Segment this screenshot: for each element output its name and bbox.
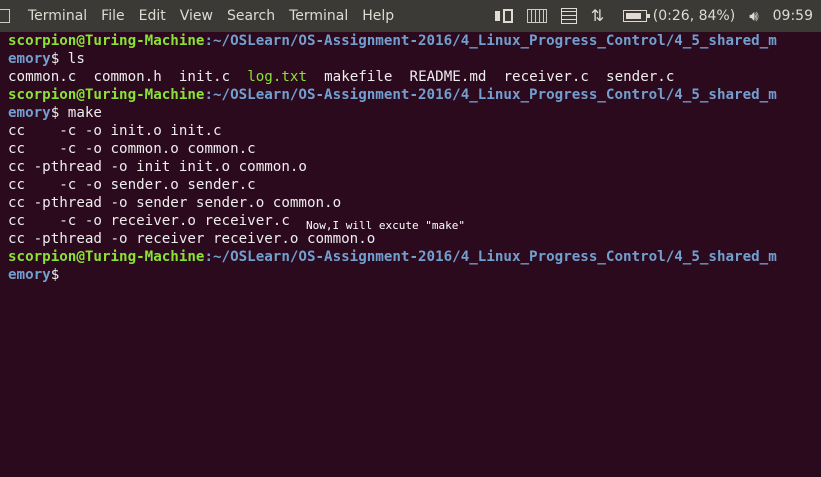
- prompt-path: :~/OSLearn/OS-Assignment-2016/4_Linux_Pr…: [204, 87, 777, 103]
- keyboard-icon[interactable]: [526, 9, 547, 23]
- menu-file[interactable]: File: [97, 8, 128, 24]
- keyboard-layout-icon[interactable]: [494, 9, 513, 23]
- volume-icon[interactable]: 🔊︎: [749, 7, 758, 25]
- clock[interactable]: 09:59: [773, 8, 813, 24]
- file-entry-exec: log.txt: [247, 69, 308, 85]
- ls-output: common.c common.h init.c log.txt makefil…: [0, 68, 821, 86]
- prompt-user: scorpion@Turing-Machine: [8, 87, 205, 103]
- menu-view[interactable]: View: [176, 8, 217, 24]
- prompt-user: scorpion@Turing-Machine: [8, 33, 205, 49]
- battery-indicator[interactable]: (0:26, 84%): [622, 8, 736, 24]
- terminal-output[interactable]: scorpion@Turing-Machine:~/OSLearn/OS-Ass…: [0, 32, 821, 477]
- menu-terminal[interactable]: Terminal: [285, 8, 352, 24]
- top-panel: Terminal File Edit View Search Terminal …: [0, 0, 821, 32]
- file-entry: sender.c: [606, 69, 675, 85]
- make-output-line: cc -pthread -o init init.o common.o: [8, 159, 307, 175]
- make-output-line: cc -c -o init.o init.c: [8, 123, 222, 139]
- command-ls: $ ls: [50, 51, 85, 67]
- menu-bar: Terminal File Edit View Search Terminal …: [24, 8, 404, 24]
- prompt-line-cont: emory$: [0, 266, 821, 284]
- command-make: $ make: [50, 105, 102, 121]
- prompt-path-cont: emory: [8, 51, 51, 67]
- file-entry: common.c: [8, 69, 77, 85]
- make-output-line: cc -pthread -o receiver receiver.o commo…: [8, 231, 376, 247]
- make-output-line: cc -c -o sender.o sender.c: [8, 177, 256, 193]
- file-entry: receiver.c: [503, 69, 589, 85]
- prompt-line: scorpion@Turing-Machine:~/OSLearn/OS-Ass…: [0, 248, 821, 266]
- prompt-line-cont: emory$ make: [0, 104, 821, 122]
- menu-search[interactable]: Search: [223, 8, 279, 24]
- prompt-line-cont: emory$ ls: [0, 50, 821, 68]
- file-entry: common.h: [93, 69, 162, 85]
- prompt-user: scorpion@Turing-Machine: [8, 249, 205, 265]
- calendar-icon[interactable]: [560, 8, 577, 24]
- prompt-path-cont: emory: [8, 105, 51, 121]
- network-icon[interactable]: ⇅: [591, 8, 609, 24]
- app-title: Terminal: [28, 8, 88, 24]
- prompt-path: :~/OSLearn/OS-Assignment-2016/4_Linux_Pr…: [204, 33, 777, 49]
- battery-text: (0:26, 84%): [652, 8, 736, 24]
- file-entry: makefile: [324, 69, 393, 85]
- file-entry: README.md: [409, 69, 487, 85]
- prompt-line: scorpion@Turing-Machine:~/OSLearn/OS-Ass…: [0, 32, 821, 50]
- make-output-line: cc -pthread -o sender sender.o common.o: [8, 195, 342, 211]
- battery-icon: [622, 10, 650, 22]
- prompt-cursor: $: [50, 267, 60, 283]
- prompt-path-cont: emory: [8, 267, 51, 283]
- prompt-line: scorpion@Turing-Machine:~/OSLearn/OS-Ass…: [0, 86, 821, 104]
- make-output-line: cc -c -o common.o common.c: [8, 141, 256, 157]
- caption-overlay: Now,I will excute "make": [306, 219, 465, 232]
- prompt-path: :~/OSLearn/OS-Assignment-2016/4_Linux_Pr…: [204, 249, 777, 265]
- menu-help[interactable]: Help: [358, 8, 398, 24]
- menu-edit[interactable]: Edit: [135, 8, 170, 24]
- file-entry: init.c: [178, 69, 231, 85]
- window-icon[interactable]: [0, 9, 10, 23]
